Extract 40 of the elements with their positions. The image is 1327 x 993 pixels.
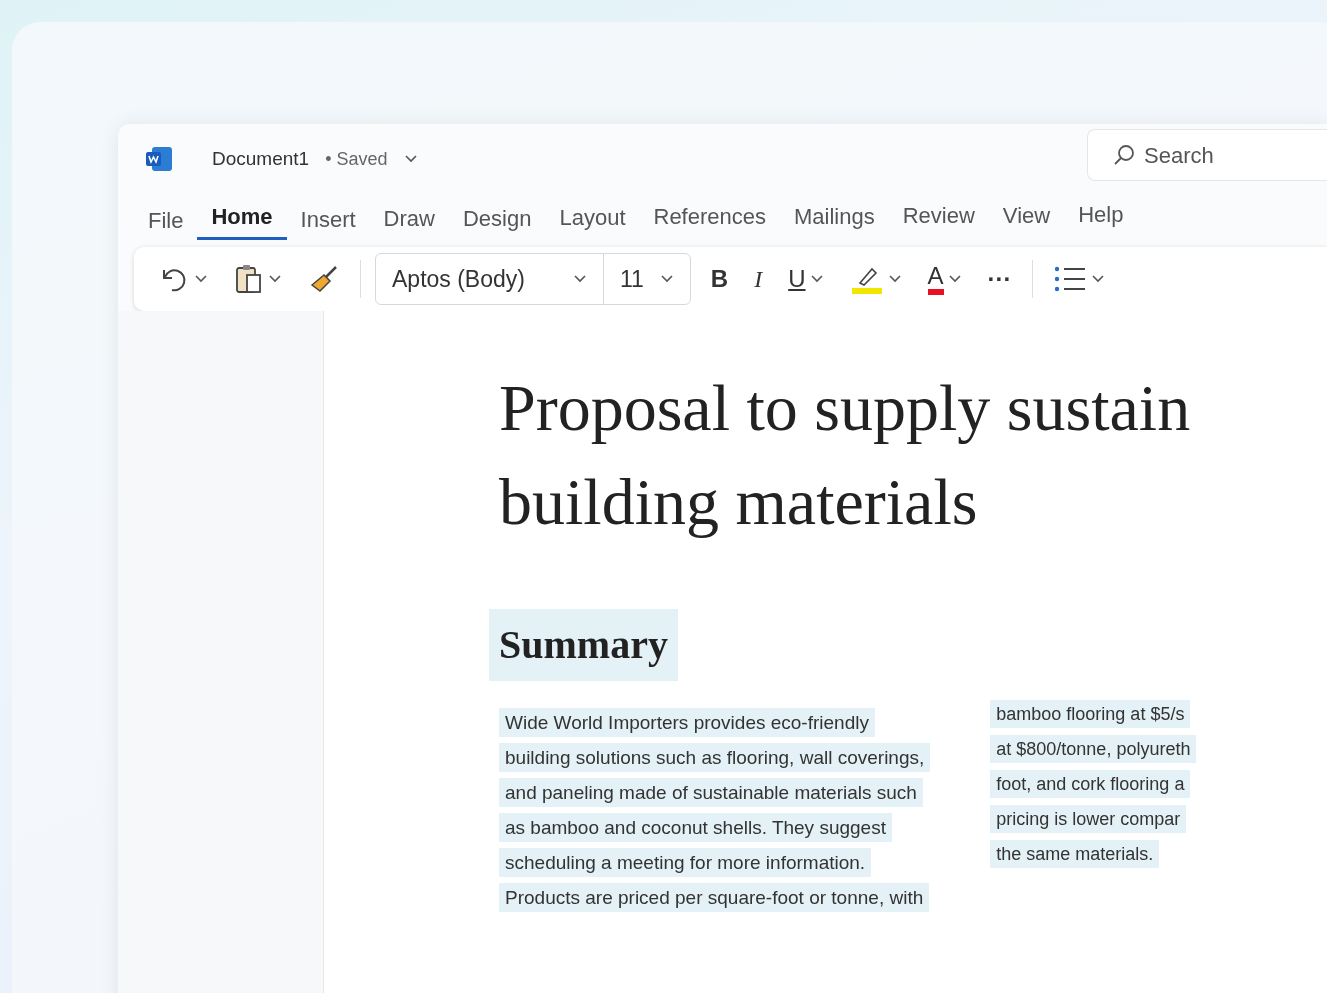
chevron-down-icon [947, 274, 962, 284]
ribbon-tab[interactable]: Help [1064, 194, 1138, 235]
ribbon-tab[interactable]: Draw [369, 198, 449, 240]
bold-button[interactable]: B [704, 259, 735, 299]
chevron-down-icon [809, 274, 824, 284]
chevron-down-icon[interactable] [403, 154, 418, 164]
font-size-text: 11 [619, 264, 644, 294]
summary-heading: Summary [489, 609, 678, 681]
more-options-button[interactable]: ··· [981, 259, 1018, 299]
ribbon-tab[interactable]: Design [448, 197, 546, 239]
clipboard-icon [234, 263, 264, 295]
ribbon-tab[interactable]: Home [197, 196, 287, 241]
search-field[interactable]: Search [1087, 129, 1327, 181]
italic-button[interactable]: I [748, 259, 769, 299]
ribbon-tab[interactable]: File [134, 200, 198, 241]
ribbon-tab[interactable]: Insert [286, 198, 370, 240]
ribbon-tab[interactable]: Mailings [780, 195, 889, 237]
search-icon [1112, 143, 1136, 167]
chevron-down-icon [268, 274, 282, 284]
chevron-down-icon [659, 274, 674, 284]
summary-paragraph: Wide World Importers provides eco-friendly building solutions such as flooring, wall coverings, and paneling made of sustainable materials such as bamboo and coconut shells. They suggest scheduling a meeting for more information. Products are priced per square-foot or tonne, with [499, 705, 931, 915]
ribbon-tab[interactable]: References [639, 196, 780, 238]
bulleted-list-icon [1052, 264, 1087, 294]
summary-paragraph: bamboo flooring at $5/s at $800/tonne, polyureth foot, and cork flooring a pricing is lower compar the same materials. [990, 697, 1197, 915]
chevron-down-icon [1090, 274, 1105, 284]
document-title-heading: Proposal to supply sustain building materials [499, 370, 1192, 540]
chevron-down-icon [572, 274, 587, 284]
ribbon-tab[interactable]: View [988, 194, 1065, 236]
font-color-button[interactable]: A [921, 261, 968, 297]
paintbrush-icon [308, 265, 340, 293]
document-title[interactable]: Document1 [212, 144, 310, 174]
chevron-down-icon [887, 274, 902, 284]
save-status: • Saved [325, 147, 388, 171]
ribbon-tab[interactable]: Review [888, 195, 989, 237]
ribbon-tab[interactable]: Layout [545, 197, 640, 238]
word-app-icon [146, 147, 172, 171]
font-picker[interactable]: Aptos (Body) 11 [375, 253, 691, 305]
underline-button[interactable]: U [782, 259, 830, 299]
font-name-text: Aptos (Body) [392, 264, 525, 294]
chevron-down-icon [194, 274, 208, 284]
